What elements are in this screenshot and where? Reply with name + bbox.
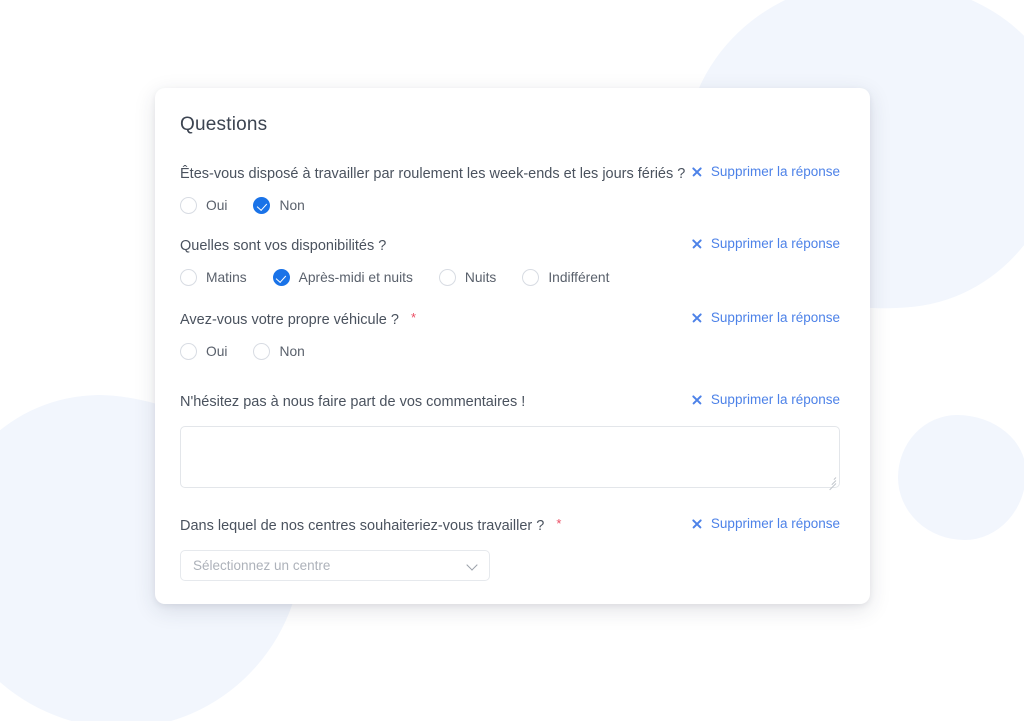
- question-label: Dans lequel de nos centres souhaiteriez-…: [180, 514, 561, 536]
- question-block-1: Êtes-vous disposé à travailler par roule…: [180, 162, 840, 214]
- delete-answer-label: Supprimer la réponse: [710, 236, 840, 251]
- radio-group-2: Matins Après-midi et nuits Nuits Indiffé…: [180, 269, 840, 286]
- question-block-2: Quelles sont vos disponibilités ? Suppri…: [180, 234, 840, 286]
- radio-icon[interactable]: [180, 343, 197, 360]
- question-block-3: Avez-vous votre propre véhicule ? * Supp…: [180, 308, 840, 360]
- question-block-4: N'hésitez pas à nous faire part de vos c…: [180, 390, 840, 491]
- radio-option-label: Oui: [206, 198, 228, 213]
- delete-answer-label: Supprimer la réponse: [710, 392, 840, 407]
- radio-option-label: Oui: [206, 344, 228, 359]
- question-header: Avez-vous votre propre véhicule ? * Supp…: [180, 308, 840, 330]
- radio-option-apres-midi-et-nuits[interactable]: Après-midi et nuits: [272, 269, 413, 286]
- question-label-text: Quelles sont vos disponibilités ?: [180, 238, 387, 254]
- close-icon: [691, 312, 702, 323]
- radio-option-label: Après-midi et nuits: [298, 270, 413, 285]
- center-select[interactable]: Sélectionnez un centre: [180, 550, 490, 581]
- close-icon: [691, 166, 702, 177]
- question-header: N'hésitez pas à nous faire part de vos c…: [180, 390, 840, 412]
- radio-icon[interactable]: [438, 269, 456, 286]
- questions-card: Questions Êtes-vous disposé à travailler…: [155, 88, 870, 604]
- question-label: N'hésitez pas à nous faire part de vos c…: [180, 390, 525, 412]
- radio-option-non[interactable]: Non: [253, 197, 305, 214]
- radio-option-nuits[interactable]: Nuits: [438, 269, 497, 286]
- required-asterisk: *: [411, 310, 417, 325]
- radio-group-1: Oui Non: [180, 197, 840, 214]
- radio-option-label: Nuits: [464, 270, 497, 285]
- radio-icon[interactable]: [253, 343, 271, 360]
- delete-answer-link-5[interactable]: Supprimer la réponse: [691, 514, 840, 531]
- question-header: Quelles sont vos disponibilités ? Suppri…: [180, 234, 840, 256]
- delete-answer-link-1[interactable]: Supprimer la réponse: [691, 162, 840, 179]
- radio-option-non[interactable]: Non: [253, 343, 305, 360]
- question-label-text: N'hésitez pas à nous faire part de vos c…: [180, 394, 526, 410]
- delete-answer-link-2[interactable]: Supprimer la réponse: [691, 234, 840, 251]
- delete-answer-label: Supprimer la réponse: [710, 310, 840, 325]
- question-block-5: Dans lequel de nos centres souhaiteriez-…: [180, 514, 840, 581]
- radio-option-label: Matins: [206, 270, 247, 285]
- radio-option-oui[interactable]: Oui: [180, 343, 227, 360]
- comments-textarea[interactable]: [180, 426, 840, 491]
- radio-option-matins[interactable]: Matins: [180, 269, 247, 286]
- radio-icon[interactable]: [180, 197, 197, 214]
- close-icon: [691, 518, 702, 529]
- delete-answer-link-3[interactable]: Supprimer la réponse: [691, 308, 840, 325]
- radio-option-oui[interactable]: Oui: [180, 197, 227, 214]
- delete-answer-link-4[interactable]: Supprimer la réponse: [691, 390, 840, 407]
- page-title: Questions: [180, 114, 268, 135]
- radio-icon[interactable]: [180, 269, 197, 286]
- close-icon: [691, 238, 702, 249]
- radio-checked-icon[interactable]: [272, 269, 290, 286]
- decorative-blob-right-circle: [898, 415, 1024, 540]
- center-select-value: Sélectionnez un centre: [193, 558, 331, 573]
- chevron-down-icon: [467, 560, 478, 571]
- question-label-text: Avez-vous votre propre véhicule ?: [180, 312, 399, 328]
- radio-option-indifferent[interactable]: Indifférent: [522, 269, 609, 286]
- radio-icon[interactable]: [522, 269, 540, 286]
- question-label: Avez-vous votre propre véhicule ? *: [180, 308, 416, 330]
- required-asterisk: *: [556, 516, 562, 531]
- radio-option-label: Indifférent: [548, 270, 610, 285]
- delete-answer-label: Supprimer la réponse: [710, 516, 840, 531]
- question-header: Êtes-vous disposé à travailler par roule…: [180, 162, 840, 184]
- question-header: Dans lequel de nos centres souhaiteriez-…: [180, 514, 840, 536]
- page-root: Questions Êtes-vous disposé à travailler…: [0, 0, 1024, 721]
- question-label: Quelles sont vos disponibilités ?: [180, 234, 386, 256]
- radio-group-3: Oui Non: [180, 343, 840, 360]
- question-label-text: Êtes-vous disposé à travailler par roule…: [180, 166, 686, 182]
- radio-option-label: Non: [279, 198, 305, 213]
- radio-option-label: Non: [279, 344, 305, 359]
- question-label-text: Dans lequel de nos centres souhaiteriez-…: [180, 518, 545, 534]
- close-icon: [691, 394, 702, 405]
- delete-answer-label: Supprimer la réponse: [710, 164, 840, 179]
- question-label: Êtes-vous disposé à travailler par roule…: [180, 162, 685, 184]
- resize-handle-icon[interactable]: [826, 475, 837, 491]
- radio-checked-icon[interactable]: [253, 197, 271, 214]
